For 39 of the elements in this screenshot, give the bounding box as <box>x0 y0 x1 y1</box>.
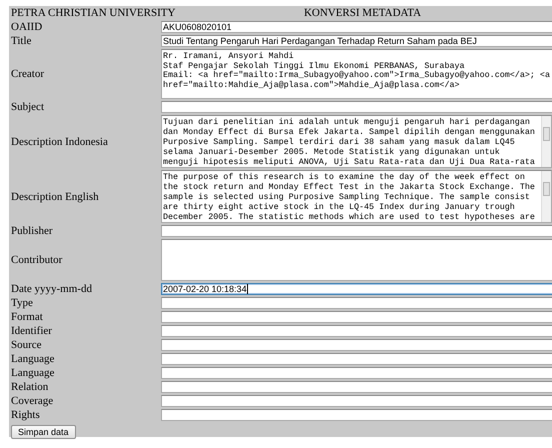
field-label: Rights <box>10 408 41 422</box>
org-name: PETRA CHRISTIAN UNIVERSITY <box>10 6 173 20</box>
text-area[interactable] <box>161 239 552 281</box>
text-area[interactable]: Tujuan dari penelitian ini adalah untuk menguji pengaruh hari perdagangan dan Monday Effect di Bursa Efek Jakarta. Sampel dipilih dengan menggunakan Purposive Sampling. Sampel terdiri dari 38 saham yang masuk dalam LQ45 selama Januari-Desember 2005. Metode Statistik yang digunakan untuk menguji hipotesis meliputi ANOVA, Uji Satu Rata-rata dan Uji Dua Rata-rata <box>161 115 552 168</box>
field-label: Description English <box>10 190 100 204</box>
field-label: Identifier <box>10 324 53 338</box>
text-field[interactable] <box>161 325 552 337</box>
text-field[interactable]: 2007-02-20 10:18:34 <box>161 283 552 295</box>
field-label: Relation <box>10 380 50 394</box>
field-label: Subject <box>10 100 45 114</box>
save-button[interactable]: Simpan data <box>11 425 76 439</box>
field-label: Source <box>10 338 43 352</box>
text-field[interactable]: Studi Tentang Pengaruh Hari Perdagangan Terhadap Return Saham pada BEJ <box>161 35 552 47</box>
field-label: OAIID <box>10 20 44 34</box>
field-label: Title <box>10 34 32 48</box>
page-title: KONVERSI METADATA <box>302 6 422 20</box>
field-label: Coverage <box>10 394 54 408</box>
text-field[interactable] <box>161 339 552 351</box>
text-field[interactable] <box>161 297 552 309</box>
text-field[interactable]: AKU0608020101 <box>161 21 552 33</box>
text-field[interactable] <box>161 367 552 379</box>
text-area[interactable]: The purpose of this research is to examine the day of the week effect on the stock return and Monday Effect Test in the Jakarta Stock Exchange. The sample is selected using Purposive Sampling Technique. The sample consist are thirty eight active stock in the LQ-45 Index during January trough December 2005. The statistic methods which are used to test hypotheses are <box>161 170 552 223</box>
text-field[interactable] <box>161 353 552 365</box>
text-field[interactable] <box>161 225 552 237</box>
field-label: Type <box>10 296 34 310</box>
field-label: Contributor <box>10 253 64 268</box>
text-field[interactable] <box>161 409 552 421</box>
field-label: Language <box>10 366 56 380</box>
text-area[interactable]: Rr. Iramani, Ansyori Mahdi Staf Pengajar Sekolah Tinggi Ilmu Ekonomi PERBANAS, Surabaya Email: <a href="mailto:Irma_Subagyo@yahoo.com">Irma_Subagyo@yahoo.com</a>; <a href="mailto:Mahdie_Aja@plasa.com">Mahdie_Aja@plasa.com</a> <box>161 49 552 99</box>
text-field[interactable] <box>161 311 552 323</box>
field-label: Language <box>10 352 56 366</box>
text-field[interactable] <box>161 395 552 407</box>
field-label: Publisher <box>10 224 54 238</box>
text-field[interactable] <box>161 101 552 113</box>
field-label: Description Indonesia <box>10 134 109 150</box>
field-label: Date yyyy-mm-dd <box>10 282 93 296</box>
text-field[interactable] <box>161 381 552 393</box>
field-label: Format <box>10 310 44 324</box>
field-label: Creator <box>10 67 45 82</box>
